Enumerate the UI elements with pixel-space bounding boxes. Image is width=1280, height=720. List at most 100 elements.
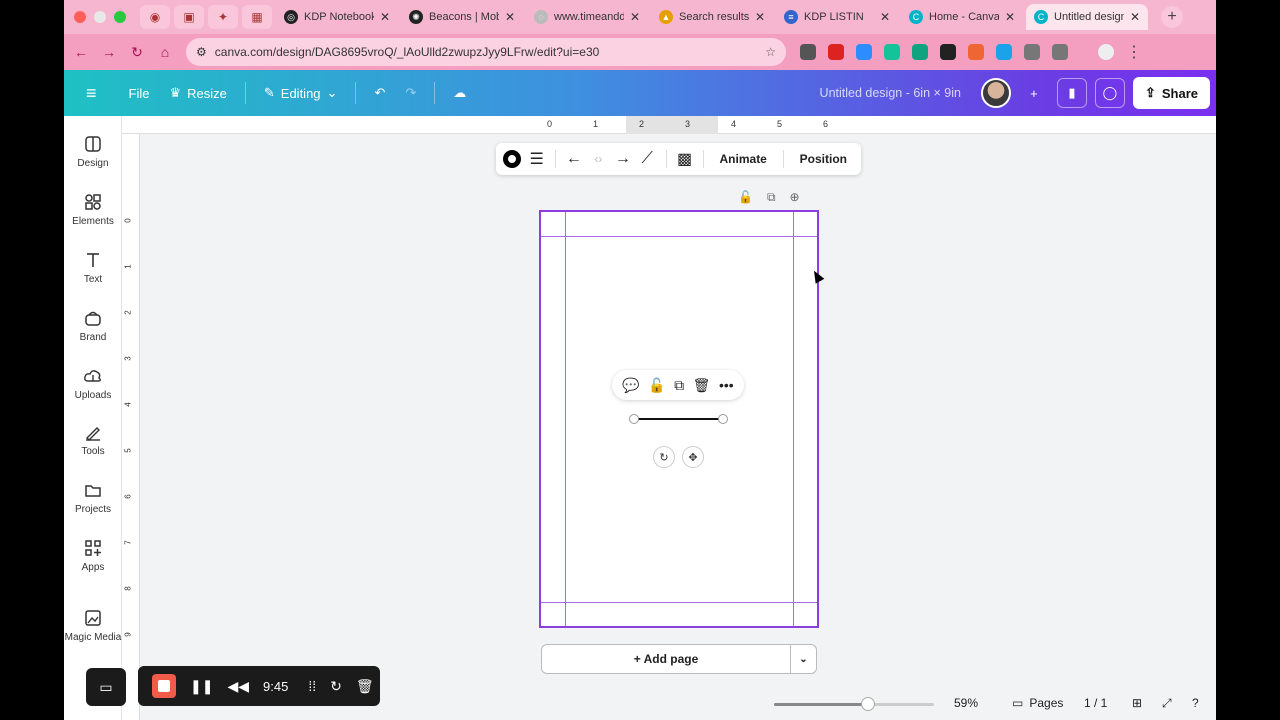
zoom-value[interactable]: 59%	[954, 696, 978, 710]
sidebar-item-apps[interactable]: Apps	[64, 538, 122, 573]
grid-view-icon[interactable]: ⊞	[1132, 696, 1142, 710]
hamburger-menu-button[interactable]: ≡	[76, 77, 107, 110]
line-color-button[interactable]	[502, 147, 522, 171]
comments-button[interactable]: ◯	[1094, 78, 1125, 108]
close-tab-icon[interactable]: ✕	[630, 10, 640, 24]
more-menu-icon[interactable]: ⋮	[1126, 42, 1142, 62]
chatgpt-extension-icon[interactable]	[912, 44, 928, 60]
line-type-button[interactable]: ⟋	[637, 147, 657, 171]
cloud-extension-icon[interactable]	[996, 44, 1012, 60]
cloud-save-button[interactable]: ☁	[443, 79, 476, 107]
forward-icon[interactable]: →	[98, 44, 120, 60]
fullscreen-icon[interactable]: ⤢	[1162, 696, 1172, 711]
sidebar-item-elements[interactable]: Elements	[64, 192, 122, 227]
profile-icon[interactable]	[1098, 44, 1114, 60]
eyedropper-extension-icon[interactable]	[800, 44, 816, 60]
delete-recording-icon[interactable]: 🗑	[356, 678, 374, 695]
pinned-tab-4[interactable]: ▦	[242, 5, 272, 29]
sidebar-item-text[interactable]: Text	[64, 250, 122, 285]
rotate-handle[interactable]: ↻	[653, 446, 675, 468]
pages-button[interactable]: ▭ Pages	[1012, 696, 1063, 710]
add-page-button[interactable]: + Add page	[542, 652, 790, 666]
editing-mode-button[interactable]: ✎ Editing ⌄	[254, 79, 348, 107]
line-start-handle[interactable]	[629, 414, 639, 424]
redo-button[interactable]: ↷	[395, 79, 426, 107]
avatar[interactable]	[980, 78, 1011, 108]
lock-icon[interactable]: 🔓	[648, 377, 665, 394]
more-options-icon[interactable]: •••	[719, 377, 734, 393]
insights-button[interactable]: ▮	[1056, 78, 1087, 108]
add-page-dropdown[interactable]: ⌄	[790, 645, 816, 673]
close-window-button[interactable]	[74, 11, 86, 23]
help-icon[interactable]: ?	[1192, 696, 1199, 710]
site-settings-icon[interactable]: ⚙	[196, 45, 207, 59]
animate-button[interactable]: Animate	[712, 152, 775, 166]
guide-line-bottom[interactable]	[541, 602, 817, 603]
sidebar-item-design[interactable]: Design	[64, 134, 122, 169]
duplicate-icon[interactable]: ⧉	[674, 377, 684, 394]
add-collaborator-button[interactable]: +	[1019, 78, 1049, 108]
line-end-handle[interactable]	[718, 414, 728, 424]
minimize-window-button[interactable]	[94, 11, 106, 23]
sidebar-item-tools[interactable]: Tools	[64, 422, 122, 457]
add-page-icon[interactable]: ⊕	[790, 190, 800, 205]
stop-recording-button[interactable]	[152, 674, 176, 698]
rewind-icon[interactable]: ◀◀	[227, 678, 249, 695]
zoom-slider-knob[interactable]	[861, 697, 875, 711]
sidebar-item-magic-media[interactable]: Magic Media	[64, 608, 122, 643]
duplicate-page-icon[interactable]: ⧉	[767, 190, 776, 205]
close-tab-icon[interactable]: ✕	[505, 10, 515, 24]
browser-tab[interactable]: ▲ Search results ✕	[651, 4, 773, 30]
browser-tab[interactable]: C Home - Canva ✕	[901, 4, 1023, 30]
browser-tab[interactable]: ◎ KDP Notebook ✕	[276, 4, 398, 30]
new-tab-button[interactable]: +	[1161, 6, 1183, 28]
k-extension-icon[interactable]	[940, 44, 956, 60]
close-tab-icon[interactable]: ✕	[880, 10, 890, 24]
position-button[interactable]: Position	[792, 152, 855, 166]
close-tab-icon[interactable]: ✕	[1130, 10, 1140, 24]
lock-page-icon[interactable]: 🔓	[738, 190, 753, 205]
transparency-button[interactable]: ▩	[674, 147, 694, 171]
line-style-button[interactable]: ☰	[526, 147, 546, 171]
close-tab-icon[interactable]: ✕	[1005, 10, 1015, 24]
pinned-tab-1[interactable]: ◉	[140, 5, 170, 29]
undo-button[interactable]: ↶	[364, 79, 395, 107]
browser-tab[interactable]: ◌ www.timeandd ✕	[526, 4, 648, 30]
pause-icon[interactable]: ❚❚	[190, 678, 213, 695]
document-title[interactable]: Untitled design - 6in × 9in	[820, 86, 961, 100]
guide-line-top[interactable]	[541, 236, 817, 237]
browser-tab[interactable]: ✺ Beacons | Mob ✕	[401, 4, 523, 30]
close-tab-icon[interactable]: ✕	[380, 10, 390, 24]
trash-icon[interactable]: 🗑	[693, 377, 711, 394]
file-menu-button[interactable]: File	[119, 80, 160, 107]
home-icon[interactable]: ⌂	[154, 44, 176, 60]
grid-icon[interactable]: ⁞⁞	[308, 678, 316, 694]
maximize-window-button[interactable]	[114, 11, 126, 23]
bookmark-star-icon[interactable]: ☆	[765, 45, 776, 59]
guide-line-right[interactable]	[793, 212, 794, 626]
grammarly-extension-icon[interactable]	[884, 44, 900, 60]
sidebar-item-projects[interactable]: Projects	[64, 480, 122, 515]
pdf-extension-icon[interactable]	[828, 44, 844, 60]
swap-ends-button[interactable]: ‹›	[588, 147, 608, 171]
reload-icon[interactable]: ↻	[126, 44, 148, 61]
browser-tab[interactable]: ≡ KDP LISTIN ✕	[776, 4, 898, 30]
comment-add-icon[interactable]: 💬	[622, 377, 639, 394]
puzzle-extension-icon[interactable]	[1024, 44, 1040, 60]
page-counter[interactable]: 1 / 1	[1084, 696, 1107, 710]
sidebar-item-brand[interactable]: Brand	[64, 308, 122, 343]
back-icon[interactable]: ←	[70, 44, 92, 60]
resize-button[interactable]: ♛ Resize	[159, 79, 236, 107]
sidepanel-icon[interactable]	[1052, 44, 1068, 60]
move-handle[interactable]: ✥	[682, 446, 704, 468]
zoom-slider[interactable]	[774, 697, 934, 711]
restart-icon[interactable]: ↻	[330, 678, 342, 695]
guide-line-left[interactable]	[565, 212, 566, 626]
line-element[interactable]	[634, 418, 722, 420]
share-button[interactable]: ⇪ Share	[1132, 77, 1210, 109]
browser-tab-active[interactable]: C Untitled design ✕	[1026, 4, 1148, 30]
pinned-tab-2[interactable]: ▣	[174, 5, 204, 29]
zoom-extension-icon[interactable]	[856, 44, 872, 60]
recorder-camera-button[interactable]: ▭	[86, 668, 126, 706]
line-start-button[interactable]: ←	[564, 147, 584, 171]
